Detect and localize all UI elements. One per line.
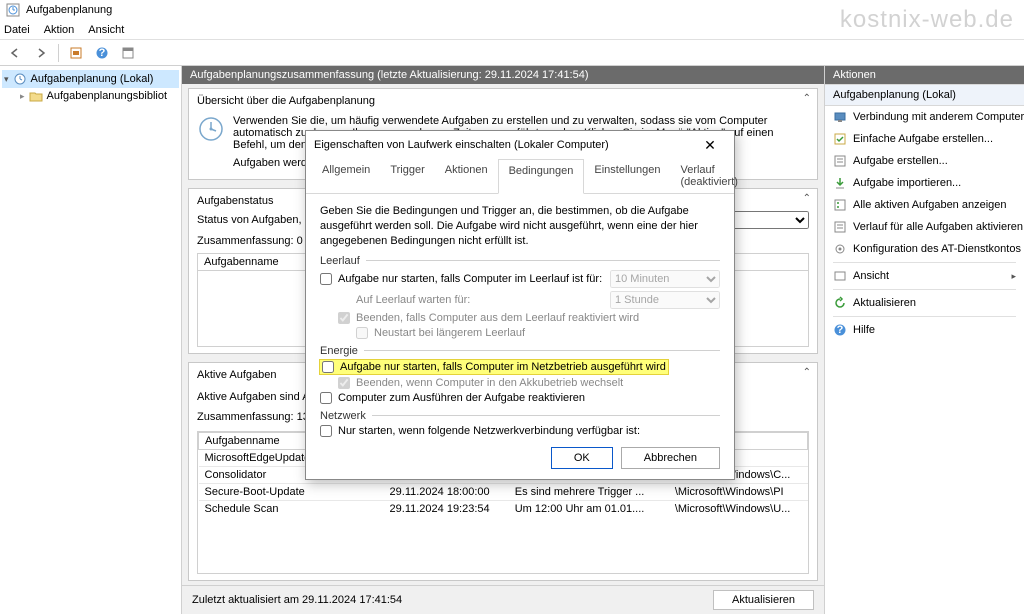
tree-root[interactable]: ▾ Aufgabenplanung (Lokal) (2, 70, 179, 88)
action-show-active[interactable]: Alle aktiven Aufgaben anzeigen (825, 194, 1024, 216)
menubar: Datei Aktion Ansicht (0, 20, 1024, 40)
help-icon: ? (833, 323, 847, 337)
nav-tree: ▾ Aufgabenplanung (Lokal) ▸ Aufgabenplan… (0, 66, 182, 614)
dialog-title: Eigenschaften von Laufwerk einschalten (… (314, 139, 609, 151)
action-help[interactable]: ?Hilfe (825, 319, 1024, 341)
menu-file[interactable]: Datei (4, 24, 30, 36)
action-refresh[interactable]: Aktualisieren (825, 292, 1024, 314)
refresh-icon (833, 296, 847, 310)
table-row[interactable]: Schedule Scan29.11.2024 19:23:54Um 12:00… (199, 501, 808, 518)
action-at-config[interactable]: Konfiguration des AT-Dienstkontos (825, 238, 1024, 260)
tab-general[interactable]: Allgemein (312, 159, 380, 193)
idle-stop-label: Beenden, falls Computer aus dem Leerlauf… (356, 312, 720, 324)
tab-settings[interactable]: Einstellungen (584, 159, 670, 193)
toolbar-btn-3[interactable] (117, 42, 139, 64)
toolbar-help-button[interactable]: ? (91, 42, 113, 64)
tab-history[interactable]: Verlauf (deaktiviert) (670, 159, 747, 193)
center-footer: Zuletzt aktualisiert am 29.11.2024 17:41… (182, 585, 824, 614)
chevron-right-icon: ▸ (20, 91, 25, 102)
action-connect[interactable]: Verbindung mit anderem Computer h... (825, 106, 1024, 128)
dialog-tabs: Allgemein Trigger Aktionen Bedingungen E… (306, 159, 734, 194)
net-legend: Netzwerk (320, 410, 366, 422)
idle-stop-checkbox (338, 312, 350, 324)
idle-restart-label: Neustart bei längerem Leerlauf (374, 327, 720, 339)
chevron-down-icon: ▾ (4, 74, 9, 85)
idle-wait-select: 1 Stunde (610, 291, 720, 309)
app-icon (6, 3, 20, 17)
collapse-icon[interactable]: ⌃ (803, 367, 811, 378)
clock-icon (13, 72, 27, 86)
overview-clock-icon (197, 115, 225, 143)
toolbar-btn-1[interactable] (65, 42, 87, 64)
menu-action[interactable]: Aktion (44, 24, 75, 36)
collapse-icon[interactable]: ⌃ (803, 193, 811, 204)
tree-library[interactable]: ▸ Aufgabenplanungsbibliot (2, 88, 179, 104)
window-title: Aufgabenplanung (26, 4, 112, 16)
power-ac-checkbox[interactable] (322, 361, 334, 373)
power-stop-checkbox (338, 377, 350, 389)
properties-dialog: Eigenschaften von Laufwerk einschalten (… (305, 130, 735, 480)
idle-start-label: Aufgabe nur starten, falls Computer im L… (338, 273, 604, 285)
folder-icon (29, 90, 43, 102)
tree-library-label: Aufgabenplanungsbibliot (47, 90, 168, 102)
actions-subtitle: Aufgabenplanung (Lokal) (825, 84, 1024, 106)
action-import[interactable]: Aufgabe importieren... (825, 172, 1024, 194)
power-wake-checkbox[interactable] (320, 392, 332, 404)
actions-pane: Aktionen Aufgabenplanung (Lokal) Verbind… (824, 66, 1024, 614)
gear-icon (833, 242, 847, 256)
back-button[interactable] (4, 42, 26, 64)
toolbar: ? (0, 40, 1024, 66)
refresh-button[interactable]: Aktualisieren (713, 590, 814, 610)
idle-start-checkbox[interactable] (320, 273, 332, 285)
cancel-button[interactable]: Abbrechen (621, 447, 720, 469)
power-wake-label: Computer zum Ausführen der Aufgabe reakt… (338, 392, 720, 404)
power-ac-label: Aufgabe nur starten, falls Computer im N… (340, 361, 666, 373)
power-legend: Energie (320, 345, 358, 357)
ok-button[interactable]: OK (551, 447, 613, 469)
actions-title: Aktionen (825, 66, 1024, 84)
action-view[interactable]: Ansicht▸ (825, 265, 1024, 287)
svg-text:?: ? (837, 324, 844, 336)
action-create-task[interactable]: Aufgabe erstellen... (825, 150, 1024, 172)
idle-legend: Leerlauf (320, 255, 360, 267)
list-icon (833, 198, 847, 212)
dialog-intro: Geben Sie die Bedingungen und Trigger an… (320, 204, 720, 249)
tree-root-label: Aufgabenplanung (Lokal) (31, 73, 154, 85)
action-enable-history[interactable]: Verlauf für alle Aufgaben aktivieren (825, 216, 1024, 238)
overview-title: Übersicht über die Aufgabenplanung (197, 95, 809, 107)
idle-duration-select: 10 Minuten (610, 270, 720, 288)
idle-restart-checkbox (356, 327, 368, 339)
task-icon (833, 132, 847, 146)
idle-wait-label: Auf Leerlauf warten für: (356, 294, 556, 306)
net-only-label: Nur starten, wenn folgende Netzwerkverbi… (338, 425, 720, 437)
tab-trigger[interactable]: Trigger (380, 159, 434, 193)
menu-view[interactable]: Ansicht (88, 24, 124, 36)
forward-button[interactable] (30, 42, 52, 64)
footer-timestamp: Zuletzt aktualisiert am 29.11.2024 17:41… (192, 594, 402, 606)
computer-icon (833, 110, 847, 124)
net-only-checkbox[interactable] (320, 425, 332, 437)
collapse-icon[interactable]: ⌃ (803, 93, 811, 104)
tab-conditions[interactable]: Bedingungen (498, 159, 585, 194)
power-stop-label: Beenden, wenn Computer in den Akkubetrie… (356, 377, 720, 389)
window-titlebar: Aufgabenplanung (0, 0, 1024, 20)
center-header: Aufgabenplanungszusammenfassung (letzte … (182, 66, 824, 84)
table-row[interactable]: Secure-Boot-Update29.11.2024 18:00:00Es … (199, 484, 808, 501)
tab-actions[interactable]: Aktionen (435, 159, 498, 193)
close-button[interactable]: ✕ (694, 133, 726, 157)
create-icon (833, 154, 847, 168)
dialog-titlebar: Eigenschaften von Laufwerk einschalten (… (306, 131, 734, 159)
import-icon (833, 176, 847, 190)
action-simple-task[interactable]: Einfache Aufgabe erstellen... (825, 128, 1024, 150)
svg-text:?: ? (99, 47, 106, 59)
history-icon (833, 220, 847, 234)
view-icon (833, 269, 847, 283)
